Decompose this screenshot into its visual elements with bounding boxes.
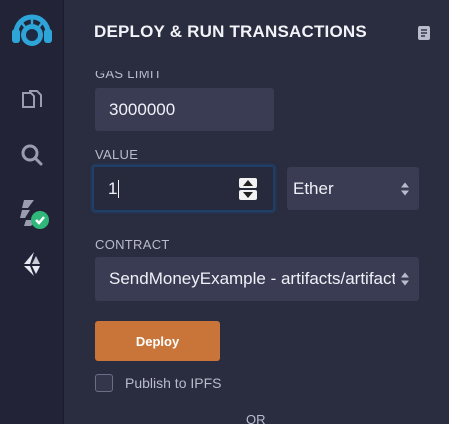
gas-limit-value: 3000000 <box>109 99 176 119</box>
decrement-icon[interactable] <box>239 190 257 200</box>
deploy-run-icon[interactable] <box>0 249 63 279</box>
select-arrows-icon <box>401 272 409 286</box>
contract-label: CONTRACT <box>95 237 170 252</box>
deploy-run-panel: DEPLOY & RUN TRANSACTIONS GAS LIMIT 3000… <box>64 0 449 424</box>
remix-logo-icon[interactable] <box>0 8 63 54</box>
or-divider: OR <box>246 412 266 424</box>
text-caret <box>118 179 120 198</box>
value-stepper[interactable] <box>239 178 257 200</box>
icon-sidebar <box>0 0 64 424</box>
gas-limit-input[interactable]: 3000000 <box>95 88 274 131</box>
publish-ipfs-label: Publish to IPFS <box>125 375 222 391</box>
value-input[interactable]: 1 <box>92 165 275 212</box>
panel-title: DEPLOY & RUN TRANSACTIONS <box>94 22 367 41</box>
contract-select[interactable]: SendMoneyExample - artifacts/artifacts <box>95 257 419 301</box>
value-unit: Ether <box>293 178 334 198</box>
publish-ipfs-checkbox[interactable] <box>95 374 113 392</box>
select-arrows-icon <box>401 182 409 195</box>
gas-limit-label: GAS LIMIT <box>95 66 162 81</box>
documentation-icon[interactable] <box>417 25 431 46</box>
increment-icon[interactable] <box>239 178 257 188</box>
file-explorer-icon[interactable] <box>0 86 63 114</box>
value-label: VALUE <box>95 147 139 162</box>
search-icon[interactable] <box>0 140 63 170</box>
deploy-button[interactable]: Deploy <box>95 321 220 361</box>
value-amount: 1 <box>108 178 118 198</box>
compiler-icon[interactable] <box>0 193 63 233</box>
value-unit-select[interactable]: Ether <box>287 167 419 210</box>
contract-selected: SendMoneyExample - artifacts/artifacts <box>109 269 395 288</box>
